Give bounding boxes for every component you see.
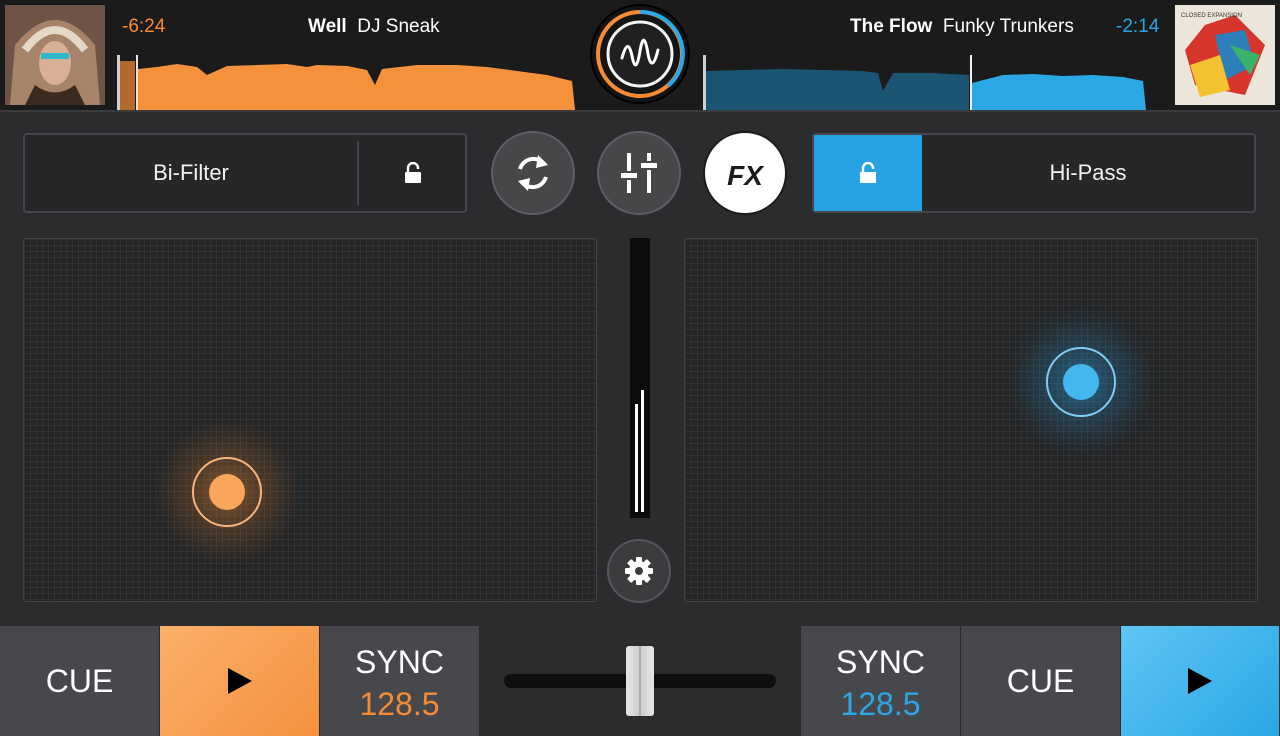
settings-button[interactable] [607, 539, 671, 603]
sync-label-left: SYNC [355, 644, 444, 680]
fx-name-right[interactable]: Hi-Pass [922, 135, 1254, 211]
lock-icon [860, 162, 876, 183]
album-art-left[interactable] [5, 5, 105, 105]
album-art-right[interactable]: CLOSED EXPANSION [1175, 5, 1275, 105]
track-info-left: Well DJ Sneak [308, 16, 440, 38]
mixer-button[interactable] [597, 131, 681, 215]
top-bar: -6:24 Well DJ Sneak -2:14 The Flow Funky… [0, 0, 1280, 112]
sync-button-right[interactable]: SYNC 128.5 [801, 626, 961, 736]
xy-pad-left[interactable] [23, 238, 597, 602]
album-art-right-image: CLOSED EXPANSION [1175, 5, 1275, 105]
play-icon [1188, 668, 1212, 694]
waveform-right[interactable] [703, 55, 1148, 110]
loop-button[interactable] [491, 131, 575, 215]
fx-button[interactable]: FX [703, 131, 787, 215]
bpm-left: 128.5 [359, 686, 440, 722]
loop-icon [518, 155, 548, 191]
album-art-right-text: CLOSED EXPANSION [1181, 13, 1242, 19]
track-title-right: The Flow [850, 16, 933, 37]
sync-button-left[interactable]: SYNC 128.5 [320, 626, 480, 736]
bpm-right: 128.5 [840, 686, 921, 722]
lock-icon [405, 162, 421, 183]
fx-name-left[interactable]: Bi-Filter [25, 135, 357, 211]
time-remaining-right: -2:14 [1116, 16, 1160, 37]
track-title-left: Well [308, 16, 347, 37]
sync-label-right: SYNC [836, 644, 925, 680]
xy-pad-right[interactable] [684, 238, 1258, 602]
fx-selector-left[interactable]: Bi-Filter [23, 133, 467, 213]
fx-selector-right[interactable]: Hi-Pass [812, 133, 1256, 213]
app-logo-icon[interactable] [592, 6, 688, 102]
time-remaining-left: -6:24 [122, 16, 166, 37]
play-icon [227, 668, 252, 694]
track-artist-left: DJ Sneak [357, 16, 440, 37]
cue-button-left[interactable]: CUE [0, 626, 160, 736]
track-artist-right: Funky Trunkers [942, 16, 1074, 37]
waveform-left[interactable] [117, 55, 577, 110]
settings-icon [625, 557, 653, 585]
xy-pad-cursor-right[interactable] [1006, 307, 1156, 457]
cue-button-right[interactable]: CUE [961, 626, 1121, 736]
transport-bar: CUE SYNC 128.5 SYNC 128.5 CUE [0, 626, 1280, 736]
crossfader[interactable] [480, 626, 801, 736]
cursor-dot-right [1063, 364, 1099, 400]
play-button-right[interactable] [1121, 626, 1280, 736]
level-meter-bar-right [641, 390, 644, 512]
fx-button-label: FX [727, 160, 763, 191]
level-meter-bar-left [635, 404, 638, 512]
xy-pad-cursor-left[interactable] [152, 417, 302, 567]
play-button-left[interactable] [160, 626, 320, 736]
track-info-right: The Flow Funky Trunkers [850, 16, 1074, 38]
level-meter [630, 238, 650, 518]
fx-lock-button-right[interactable] [814, 135, 922, 211]
crossfader-handle[interactable] [626, 646, 654, 716]
album-art-left-image [5, 5, 105, 105]
mixer-icon [621, 153, 657, 193]
cursor-dot-left [209, 474, 245, 510]
fx-lock-button-left[interactable] [357, 141, 467, 205]
